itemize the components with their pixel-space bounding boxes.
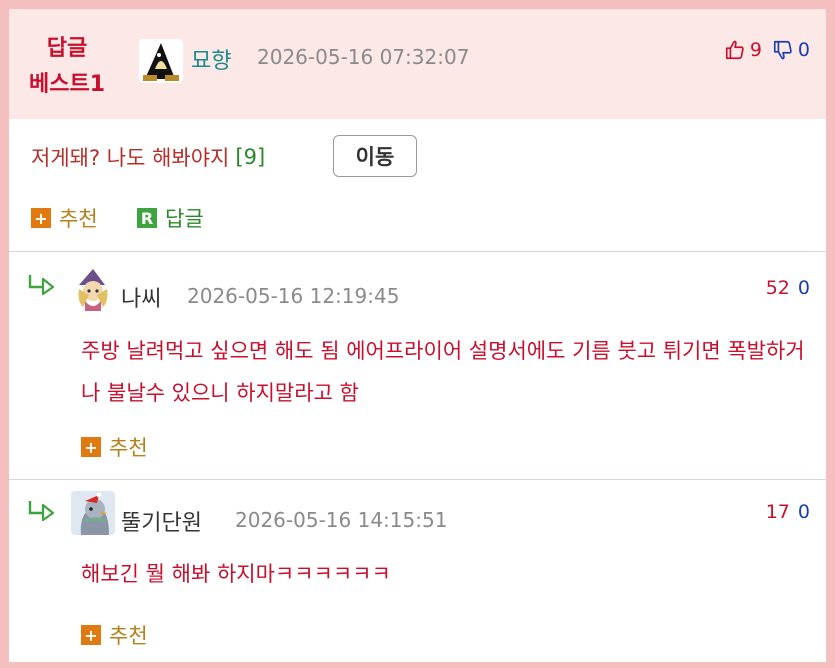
pigeon-avatar-icon <box>71 491 115 535</box>
post-upvote-count: 9 <box>749 39 762 61</box>
plus-box-icon: + <box>81 625 101 645</box>
comment-downvote-count[interactable]: 0 <box>798 501 810 523</box>
avatar[interactable] <box>71 267 115 311</box>
comment-author[interactable]: 뚤기단원 <box>121 505 202 537</box>
post-content-text: 저게돼? 나도 해봐야지 <box>31 146 230 170</box>
post-downvote-count: 0 <box>797 39 810 61</box>
recommend-label: 추천 <box>59 207 98 231</box>
reply-button[interactable]: R 답글 <box>137 203 204 233</box>
r-box-icon: R <box>137 208 157 228</box>
best-reply-header: 답글 베스트1 묘향 2026-05-16 07:32:07 9 0 <box>9 9 826 119</box>
best-reply-panel: 답글 베스트1 묘향 2026-05-16 07:32:07 9 0 저게돼? … <box>9 9 826 662</box>
best-reply-badge: 답글 베스트1 <box>17 31 117 103</box>
comment-upvote-count[interactable]: 52 <box>766 277 790 299</box>
comment-date: 2026-05-16 14:15:51 <box>235 508 448 532</box>
reply-label: 답글 <box>165 207 204 231</box>
recommend-button[interactable]: + 추천 <box>81 432 148 462</box>
comment-downvote-count[interactable]: 0 <box>798 277 810 299</box>
plus-box-icon: + <box>31 208 51 228</box>
recommend-button[interactable]: + 추천 <box>31 203 98 233</box>
thumbs-down-icon[interactable] <box>772 39 794 61</box>
comment-votes: 17 0 <box>766 501 810 523</box>
move-button[interactable]: 이동 <box>333 135 417 177</box>
reply-arrow-icon <box>28 501 55 521</box>
comment-author[interactable]: 나씨 <box>121 281 161 313</box>
best-label-line2: 베스트1 <box>28 72 106 97</box>
post-votes: 9 0 <box>724 39 810 61</box>
post-content: 저게돼? 나도 해봐야지 [9] <box>31 142 265 172</box>
comment-text: 해보긴 뭘 해봐 하지마ㅋㅋㅋㅋㅋㅋ <box>81 562 391 586</box>
comment-date: 2026-05-16 12:19:45 <box>187 284 400 308</box>
comment-text: 주방 날려먹고 싶으면 해도 됨 에어프라이어 설명서에도 기름 붓고 튀기면 … <box>81 339 805 405</box>
divider <box>9 479 826 480</box>
post-author[interactable]: 묘향 <box>191 43 231 75</box>
penguin-avatar-icon <box>139 39 183 83</box>
comment-upvote-count[interactable]: 17 <box>766 501 790 523</box>
best-label-line1: 답글 <box>46 36 88 61</box>
recommend-label: 추천 <box>109 436 148 460</box>
avatar[interactable] <box>139 39 183 83</box>
post-reply-count[interactable]: [9] <box>235 145 265 169</box>
divider <box>9 251 826 252</box>
reply-arrow-icon <box>28 275 55 295</box>
plus-box-icon: + <box>81 437 101 457</box>
recommend-button[interactable]: + 추천 <box>81 620 148 650</box>
comment-votes: 52 0 <box>766 277 810 299</box>
post-date: 2026-05-16 07:32:07 <box>257 45 470 69</box>
avatar[interactable] <box>71 491 115 535</box>
thumbs-up-icon[interactable] <box>724 39 746 61</box>
witch-avatar-icon <box>71 267 115 311</box>
recommend-label: 추천 <box>109 624 148 648</box>
